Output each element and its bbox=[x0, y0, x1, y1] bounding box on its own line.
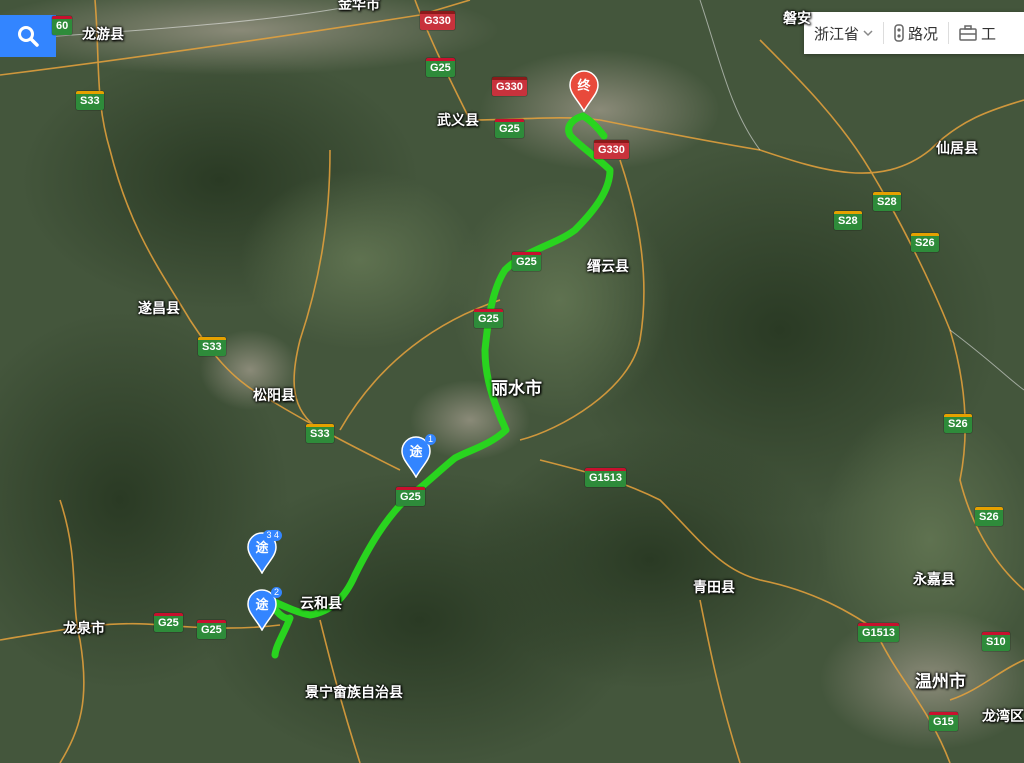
city-label-panan: 磐安 bbox=[783, 10, 811, 26]
city-label-lishui: 丽水市 bbox=[491, 379, 542, 398]
city-label-qingtian: 青田县 bbox=[693, 579, 735, 595]
city-label-jinhua: 金华市 bbox=[338, 0, 380, 12]
road-shield-g60: 60 bbox=[52, 16, 73, 35]
road-shield-g15: G15 bbox=[929, 712, 958, 731]
end-marker-label: 终 bbox=[577, 78, 591, 93]
traffic-label: 路况 bbox=[908, 25, 939, 43]
road-shield-g1513: G1513 bbox=[858, 623, 900, 642]
road-shield-s33: S33 bbox=[76, 91, 104, 110]
road-shield-g25: G25 bbox=[396, 487, 425, 506]
road-shield-s33: S33 bbox=[198, 337, 226, 356]
road-shield-s10: S10 bbox=[982, 632, 1010, 651]
road-shield-g25: G25 bbox=[426, 58, 455, 77]
waypoint-number: 3 4 bbox=[263, 530, 282, 541]
map-toolbar: 浙江省 路况 工 bbox=[804, 12, 1024, 54]
end-marker[interactable]: 终 bbox=[568, 70, 600, 113]
province-label: 浙江省 bbox=[814, 25, 860, 43]
road-shield-g25: G25 bbox=[197, 620, 226, 639]
traffic-light-icon bbox=[894, 24, 904, 42]
city-label-suichang: 遂昌县 bbox=[138, 300, 180, 316]
road-shield-g330: G330 bbox=[420, 11, 455, 30]
toolbox-icon bbox=[959, 25, 977, 41]
waypoint-number: 1 bbox=[424, 434, 436, 445]
road-shield-g25: G25 bbox=[512, 252, 541, 271]
city-label-longwan: 龙湾区 bbox=[982, 708, 1024, 724]
waypoint-marker-2[interactable]: 途 2 bbox=[246, 587, 282, 632]
road-shield-g1513: G1513 bbox=[585, 468, 627, 487]
road-shield-s26: S26 bbox=[911, 233, 939, 252]
waypoint-marker-3-4[interactable]: 途 3 4 bbox=[246, 530, 282, 575]
toolbox-button[interactable]: 工 bbox=[949, 12, 1006, 54]
city-label-yunhe: 云和县 bbox=[300, 595, 342, 611]
waypoint-number: 2 bbox=[270, 587, 282, 598]
search-icon bbox=[18, 26, 39, 47]
search-button[interactable] bbox=[0, 15, 56, 57]
road-shield-s28: S28 bbox=[873, 192, 901, 211]
road-shield-g330: G330 bbox=[594, 140, 629, 159]
city-label-longquan: 龙泉市 bbox=[63, 620, 105, 636]
road-shield-s33: S33 bbox=[306, 424, 334, 443]
city-label-jingning: 景宁畲族自治县 bbox=[305, 684, 403, 700]
city-label-wuyi: 武义县 bbox=[437, 112, 479, 128]
road-shield-g330: G330 bbox=[492, 77, 527, 96]
waypoint-marker-1[interactable]: 途 1 bbox=[400, 434, 436, 479]
road-shield-g25: G25 bbox=[474, 309, 503, 328]
road-shield-s28: S28 bbox=[834, 211, 862, 230]
city-label-songyang: 松阳县 bbox=[253, 387, 295, 403]
city-label-longyou: 龙游县 bbox=[82, 26, 124, 42]
road-shield-g25: G25 bbox=[495, 119, 524, 138]
city-label-wenzhou: 温州市 bbox=[915, 672, 966, 691]
toolbox-label: 工 bbox=[981, 25, 997, 43]
city-label-yongjia: 永嘉县 bbox=[913, 571, 955, 587]
road-shield-s26: S26 bbox=[975, 507, 1003, 526]
road-shield-s26: S26 bbox=[944, 414, 972, 433]
traffic-button[interactable]: 路况 bbox=[884, 12, 948, 54]
province-selector[interactable]: 浙江省 bbox=[804, 12, 883, 54]
road-shield-g25: G25 bbox=[154, 613, 183, 632]
city-label-xianju: 仙居县 bbox=[936, 140, 978, 156]
chevron-down-icon bbox=[863, 30, 873, 37]
city-label-jinyun: 缙云县 bbox=[587, 258, 629, 274]
